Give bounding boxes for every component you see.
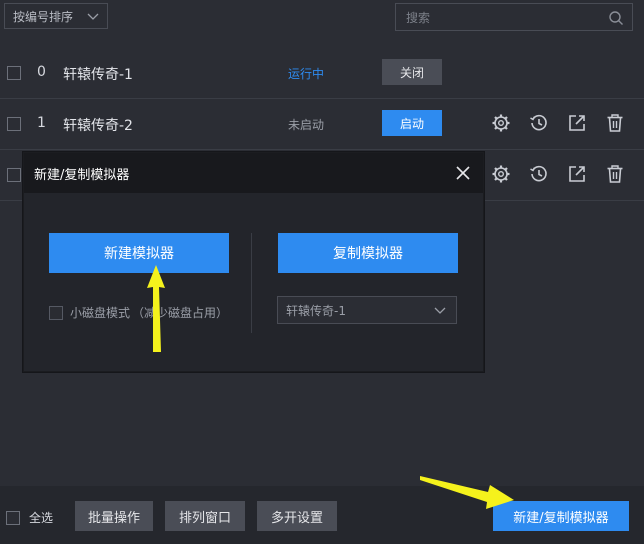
- trash-icon[interactable]: [605, 113, 625, 133]
- sort-dropdown[interactable]: 按编号排序: [4, 3, 108, 29]
- gear-icon[interactable]: [491, 113, 511, 133]
- chevron-down-icon: [87, 13, 99, 20]
- trash-icon[interactable]: [605, 164, 625, 184]
- table-row: 1 轩辕传奇-2 未启动 启动: [0, 99, 644, 150]
- history-icon[interactable]: [529, 113, 549, 133]
- dialog-title: 新建/复制模拟器: [34, 168, 130, 183]
- small-disk-hint: （减少磁盘占用）: [132, 306, 229, 320]
- row-index: 0: [37, 64, 46, 80]
- new-clone-button[interactable]: 新建/复制模拟器: [493, 501, 629, 531]
- dialog-divider: [251, 233, 252, 333]
- small-disk-option[interactable]: 小磁盘模式 （减少磁盘占用）: [49, 304, 228, 321]
- small-disk-label: 小磁盘模式: [70, 306, 131, 320]
- row-index: 1: [37, 115, 46, 131]
- row-checkbox[interactable]: [7, 117, 21, 131]
- row-checkbox[interactable]: [7, 168, 21, 182]
- new-emulator-button[interactable]: 新建模拟器: [49, 233, 229, 273]
- small-disk-checkbox[interactable]: [49, 305, 63, 320]
- row-name: 轩辕传奇-2: [63, 118, 133, 134]
- chevron-down-icon: [434, 307, 446, 314]
- batch-operation-button[interactable]: 批量操作: [75, 501, 153, 531]
- row-status: 运行中: [288, 67, 325, 81]
- open-external-icon[interactable]: [567, 164, 587, 184]
- history-icon[interactable]: [529, 164, 549, 184]
- clone-source-value: 轩辕传奇-1: [286, 303, 346, 318]
- close-icon[interactable]: [455, 165, 471, 181]
- clone-source-dropdown[interactable]: 轩辕传奇-1: [277, 296, 457, 324]
- select-all-label: 全选: [29, 511, 54, 525]
- row-name: 轩辕传奇-1: [63, 67, 133, 83]
- arrange-windows-button[interactable]: 排列窗口: [165, 501, 245, 531]
- select-all-checkbox[interactable]: [6, 510, 20, 525]
- dialog-header: 新建/复制模拟器: [24, 153, 483, 193]
- sort-dropdown-label: 按编号排序: [13, 9, 74, 24]
- search-icon[interactable]: [608, 10, 624, 26]
- clone-emulator-button[interactable]: 复制模拟器: [278, 233, 458, 273]
- new-clone-dialog: 新建/复制模拟器 新建模拟器 复制模拟器 小磁盘模式 （减少磁盘占用） 轩辕传奇…: [23, 152, 484, 372]
- row-status: 未启动: [288, 118, 325, 132]
- top-toolbar: 按编号排序 搜索: [0, 0, 644, 46]
- search-placeholder: 搜索: [406, 10, 431, 25]
- search-input[interactable]: 搜索: [395, 3, 633, 31]
- table-row: 0 轩辕传奇-1 运行中 关闭: [0, 48, 644, 99]
- row-checkbox[interactable]: [7, 66, 21, 80]
- start-button[interactable]: 启动: [382, 110, 442, 136]
- gear-icon[interactable]: [491, 164, 511, 184]
- close-button[interactable]: 关闭: [382, 59, 442, 85]
- open-external-icon[interactable]: [567, 113, 587, 133]
- select-all-option[interactable]: 全选: [6, 509, 53, 526]
- multi-instance-settings-button[interactable]: 多开设置: [257, 501, 337, 531]
